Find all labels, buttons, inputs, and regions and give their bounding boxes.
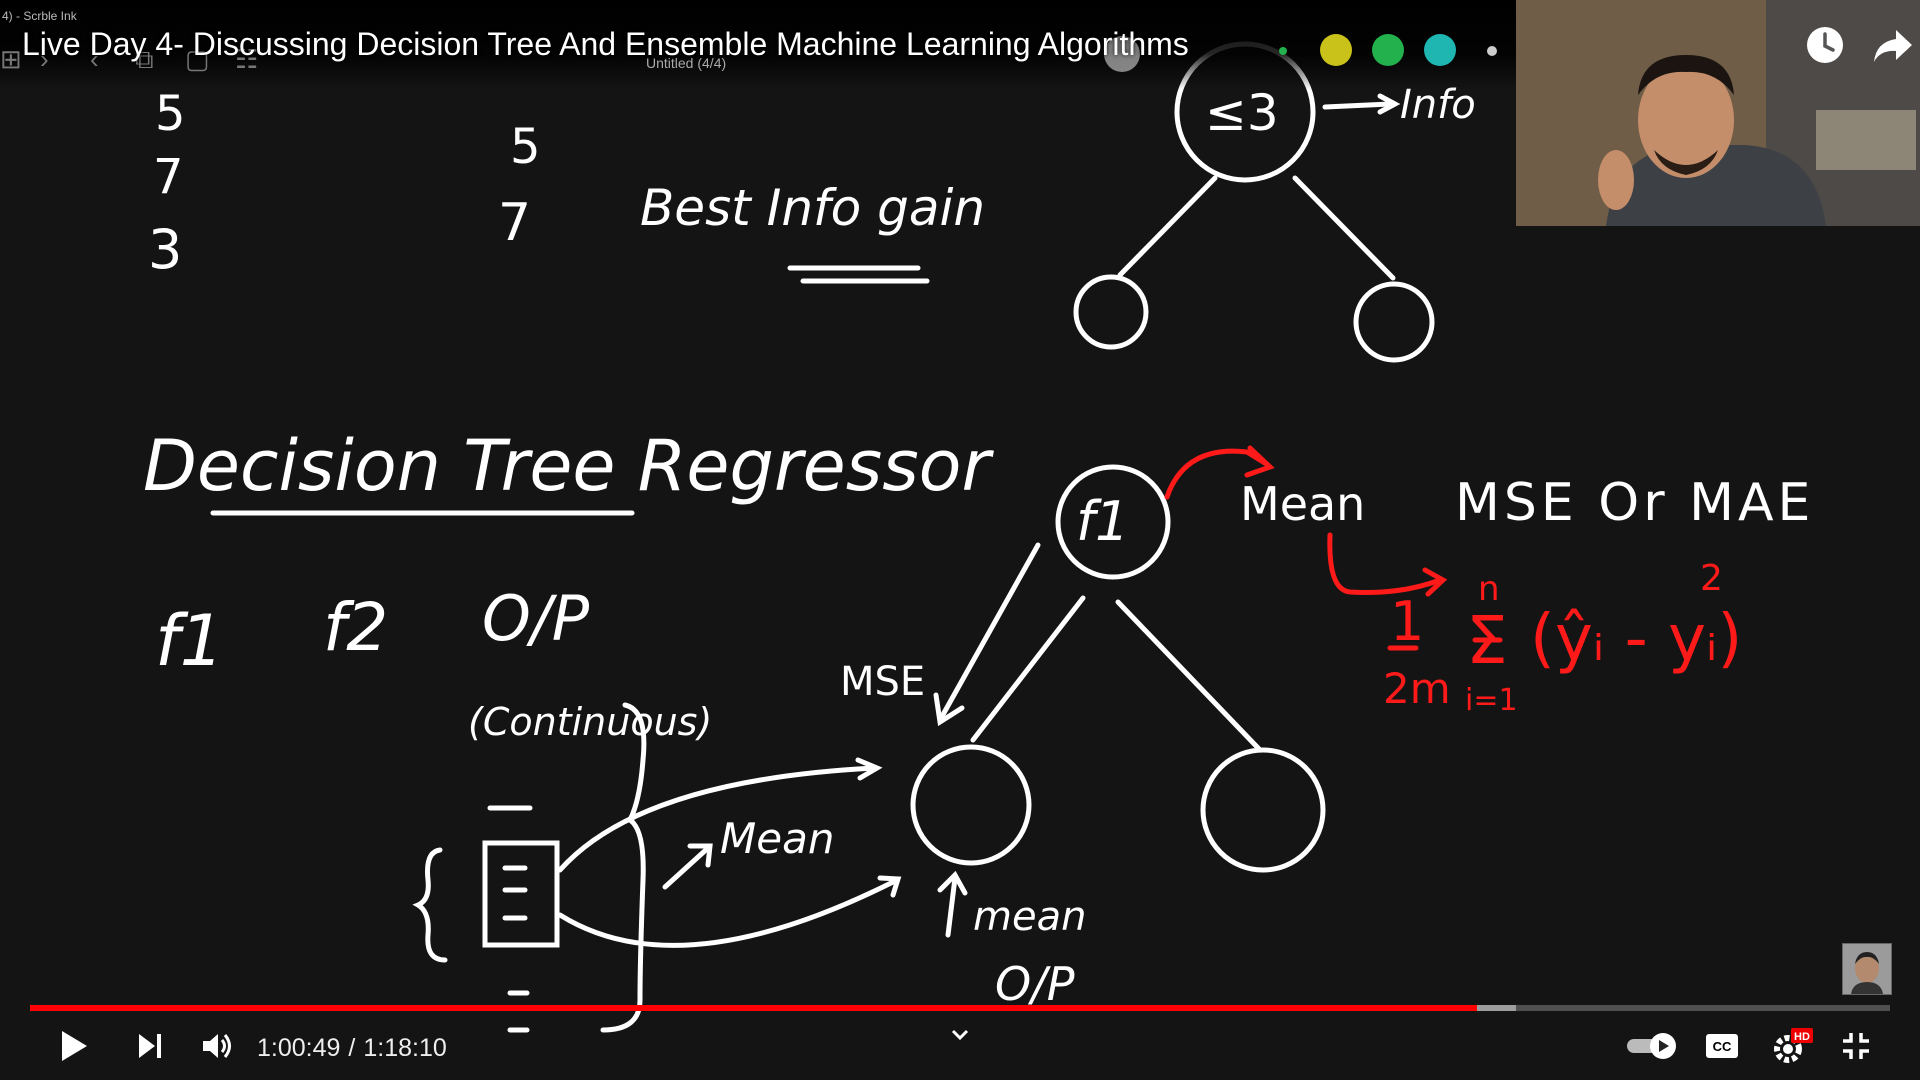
tree-edge (1292, 175, 1396, 281)
chevron-button[interactable] (942, 1020, 978, 1050)
color-swatch-yellow[interactable] (1320, 34, 1352, 66)
share-arrow-icon[interactable] (1870, 22, 1916, 68)
tree-left-node (1073, 274, 1149, 350)
col1-value: 3 (148, 218, 182, 281)
output-label: O/P (482, 582, 590, 655)
exit-fullscreen-icon (1843, 1033, 1869, 1059)
col1-value: 5 (155, 86, 186, 142)
mse-arrow (937, 542, 1041, 723)
tree-leaf-left (910, 744, 1032, 866)
video-title[interactable]: Live Day 4- Discussing Decision Tree And… (22, 26, 1189, 63)
tree-edge (970, 595, 1086, 743)
col1-value: 7 (153, 149, 184, 205)
time-display: 1:00:49/1:18:10 (257, 1034, 447, 1062)
title-bar: 4) - Scrble Ink ⊞ › ‹ ⧉ ▢ ☷ Untitled (4/… (0, 0, 1516, 90)
skip-next-icon (139, 1034, 161, 1058)
root-arrow (1322, 101, 1393, 110)
root-condition-text: ≤3 (1205, 84, 1279, 142)
panel-icon[interactable]: ⊞ (0, 44, 22, 75)
settings-button[interactable]: HD (1770, 1024, 1816, 1068)
small-dot-icon[interactable] (1279, 47, 1287, 55)
decision-tree-regressor-heading: Decision Tree Regressor (143, 425, 995, 507)
tree-right-node (1353, 281, 1435, 363)
color-swatch-green[interactable] (1372, 34, 1404, 66)
color-swatch-teal[interactable] (1424, 34, 1456, 66)
gear-icon: HD (1774, 1028, 1813, 1063)
formula-body: (ŷᵢ - yᵢ) (1530, 602, 1742, 676)
volume-button[interactable] (196, 1024, 240, 1068)
right-brace (600, 702, 647, 1033)
play-icon (62, 1031, 87, 1061)
autoplay-toggle[interactable] (1623, 1024, 1683, 1068)
left-brace (412, 847, 448, 963)
up-arrow (945, 875, 958, 938)
video-player[interactable]: 5 7 3 5 7 Best Info gain ≤3 Info Decisio… (0, 0, 1920, 1080)
tree-edge (1115, 599, 1263, 753)
autoplay-toggle-icon (1627, 1033, 1676, 1059)
app-window-label: 4) - Scrble Ink (2, 9, 77, 23)
captions-icon: CC (1706, 1034, 1738, 1058)
mean-arrow-label: Mean (720, 814, 834, 863)
captions-button[interactable]: CC (1702, 1024, 1742, 1068)
col2-value: 5 (510, 119, 541, 175)
mean-label: Mean (1240, 477, 1365, 531)
data-box (482, 840, 560, 948)
presenter-image (1516, 0, 1920, 226)
feature-f2-label: f2 (323, 589, 388, 666)
feature-f1-label: f1 (155, 600, 224, 682)
formula-denominator: 2m (1383, 664, 1451, 713)
formula-exponent: 2 (1700, 558, 1723, 599)
formula-red-arrow (1327, 532, 1443, 595)
exit-fullscreen-button[interactable] (1836, 1024, 1876, 1068)
mean-arrow (662, 845, 711, 890)
curve-lower (557, 877, 900, 948)
channel-avatar[interactable] (1842, 943, 1892, 995)
formula-numerator: 1 (1390, 590, 1424, 653)
volume-icon (203, 1034, 231, 1058)
mean-up-label: mean (973, 894, 1086, 940)
duration: 1:18:10 (363, 1034, 447, 1062)
tree-leaf-right (1200, 747, 1326, 873)
node-f1-label: f1 (1076, 490, 1129, 553)
mse-or-mae-label: MSE Or MAE (1455, 473, 1814, 533)
clock-icon[interactable] (1802, 22, 1848, 68)
op-label: O/P (995, 957, 1075, 1011)
chevron-down-icon (951, 1029, 969, 1041)
formula-sum-bottom: i=1 (1465, 683, 1518, 718)
next-button[interactable] (128, 1024, 172, 1068)
formula-sum-symbol: Σ (1466, 602, 1508, 679)
col2-value: 7 (498, 193, 531, 253)
hd-badge: HD (1794, 1031, 1810, 1043)
tree-edge (1117, 175, 1218, 278)
progress-played (30, 1005, 1478, 1011)
continuous-label: (Continuous) (468, 700, 712, 744)
progress-bar[interactable] (30, 1005, 1890, 1011)
current-time: 1:00:49 (257, 1034, 341, 1062)
more-dot-icon[interactable] (1487, 46, 1497, 56)
mse-label: MSE (840, 659, 925, 705)
avatar-image (1843, 944, 1891, 994)
best-info-gain-text: Best Info gain (640, 179, 985, 237)
play-button[interactable] (52, 1024, 96, 1068)
webcam-feed (1516, 0, 1920, 226)
player-controls: 1:00:49/1:18:10 CC HD (0, 1012, 1920, 1080)
svg-text:CC: CC (1713, 1039, 1732, 1054)
